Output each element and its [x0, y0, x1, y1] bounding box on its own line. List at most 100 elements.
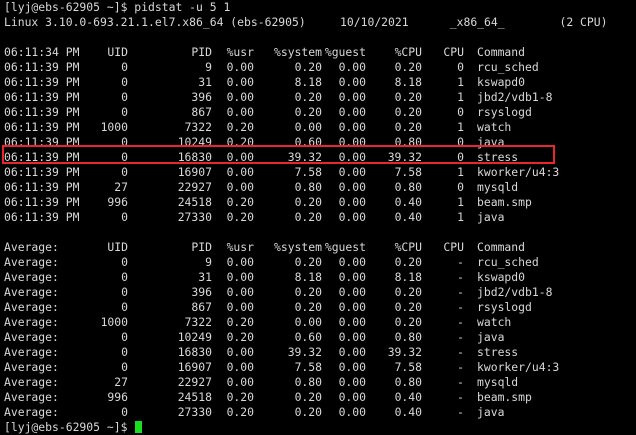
- cell-command: kswapd0: [477, 75, 526, 89]
- cell-uid: 27: [114, 180, 128, 194]
- cell-time: Average:: [4, 300, 59, 314]
- system-info-line: Linux 3.10.0-693.21.1.el7.x86_64 (ebs-62…: [4, 15, 608, 29]
- cell-pid: 7322: [184, 315, 212, 329]
- sample-row: 06:11:39 PM 27 22927 0.00 0.80 0.00 0.80 0 mysql…: [4, 180, 636, 195]
- cell-cpu: 7.58: [394, 165, 422, 179]
- header-pid: PID: [191, 240, 212, 254]
- average-row: Average: 0 16907 0.00 7.58 0.00 7.58 - kworker/u…: [4, 360, 636, 375]
- cell-cpu: 39.32: [387, 150, 422, 164]
- cell-cpu-num: 1: [457, 75, 464, 89]
- cell-cpu: 0.20: [394, 285, 422, 299]
- cell-system: 0.20: [294, 300, 322, 314]
- cell-command: java: [477, 330, 505, 344]
- cell-usr: 0.00: [226, 345, 254, 359]
- cell-usr: 0.00: [226, 300, 254, 314]
- cell-cpu: 0.80: [394, 180, 422, 194]
- cell-cpu: 0.20: [394, 315, 422, 329]
- cell-usr: 0.00: [226, 60, 254, 74]
- cell-pid: 867: [191, 300, 212, 314]
- cell-uid: 0: [121, 135, 128, 149]
- cell-usr: 0.00: [226, 285, 254, 299]
- cell-cpu: 8.18: [394, 75, 422, 89]
- cell-pid: 396: [191, 90, 212, 104]
- cell-guest: 0.00: [338, 390, 366, 404]
- average-row: Average: 1000 7322 0.20 0.00 0.00 0.20 - watch: [4, 315, 636, 330]
- header-uid: UID: [107, 240, 128, 254]
- cell-time: 06:11:39 PM: [4, 75, 80, 89]
- average-row: Average: 27 22927 0.00 0.80 0.00 0.80 - mysqld: [4, 375, 636, 390]
- cell-command: mysqld: [477, 375, 519, 389]
- cell-uid: 1000: [100, 315, 128, 329]
- cell-time: 06:11:39 PM: [4, 165, 80, 179]
- sample-row: 06:11:39 PM 1000 7322 0.20 0.00 0.00 0.20 1 watc…: [4, 120, 636, 135]
- command-prompt-line: [lyj@ebs-62905 ~]$ pidstat -u 5 1: [4, 0, 231, 14]
- terminal-window[interactable]: [lyj@ebs-62905 ~]$ pidstat -u 5 1 Linux …: [0, 0, 636, 434]
- cell-system: 7.58: [294, 165, 322, 179]
- cell-pid: 27330: [177, 405, 212, 419]
- cell-system: 0.20: [294, 195, 322, 209]
- cell-command: stress: [477, 345, 519, 359]
- sample-row: 06:11:39 PM 0 396 0.00 0.20 0.00 0.20 1 jbd2/vdb…: [4, 90, 636, 105]
- cell-cpu-num: -: [457, 390, 464, 404]
- cell-time: Average:: [4, 270, 59, 284]
- cell-guest: 0.00: [338, 300, 366, 314]
- average-rows: Average: 0 9 0.00 0.20 0.00 0.20- rcu_sched Aver…: [4, 255, 636, 420]
- sample-row: 06:11:39 PM 996 24518 0.20 0.20 0.00 0.40 1 beam…: [4, 195, 636, 210]
- cell-command: mysqld: [477, 180, 519, 194]
- header-usr: %usr: [226, 45, 254, 59]
- cell-uid: 0: [121, 405, 128, 419]
- cell-cpu-num: 0: [457, 60, 464, 74]
- cell-usr: 0.00: [226, 375, 254, 389]
- cell-pid: 22927: [177, 180, 212, 194]
- cell-time: 06:11:39 PM: [4, 150, 80, 164]
- sample-row: 06:11:39 PM 0 10249 0.20 0.60 0.00 0.80 0 java: [4, 135, 636, 150]
- sample-row: 06:11:39 PM 0 16907 0.00 7.58 0.00 7.58 1 kworke…: [4, 165, 636, 180]
- cell-time: Average:: [4, 375, 59, 389]
- cell-uid: 0: [121, 210, 128, 224]
- sample-row: 06:11:39 PM 0 9 0.00 0.20 0.00 0.20 0 rcu_sched: [4, 60, 636, 75]
- cell-cpu: 8.18: [394, 270, 422, 284]
- cell-usr: 0.20: [226, 330, 254, 344]
- average-header-row: Average: UID PID %usr %system %guest %CP…: [4, 240, 636, 255]
- cell-system: 0.20: [294, 405, 322, 419]
- cell-cpu: 0.40: [394, 405, 422, 419]
- cell-guest: 0.00: [338, 270, 366, 284]
- average-row: Average: 0 16830 0.00 39.32 0.00 39.32 - stress: [4, 345, 636, 360]
- header-time: 06:11:34 PM: [4, 45, 80, 59]
- cell-uid: 0: [121, 270, 128, 284]
- header-cpu-number: CPU: [443, 45, 464, 59]
- cell-cpu-num: 0: [457, 135, 464, 149]
- average-row: Average: 0 27330 0.20 0.20 0.00 0.40 - java: [4, 405, 636, 420]
- cell-system: 0.20: [294, 390, 322, 404]
- cell-command: watch: [477, 120, 512, 134]
- sample-header-row: 06:11:34 PM UID PID %usr %system %guest …: [4, 45, 636, 60]
- header-system: %system: [273, 45, 322, 59]
- cell-time: Average:: [4, 390, 59, 404]
- cell-cpu-num: -: [457, 405, 464, 419]
- cell-uid: 0: [121, 150, 128, 164]
- header-command: Command: [477, 240, 526, 254]
- cell-command: kworker/u4:3: [477, 165, 560, 179]
- cell-system: 0.20: [294, 285, 322, 299]
- header-guest: %guest: [324, 240, 366, 254]
- cell-system: 0.80: [294, 375, 322, 389]
- final-prompt-line[interactable]: [lyj@ebs-62905 ~]$: [4, 420, 636, 435]
- cell-usr: 0.00: [226, 75, 254, 89]
- cell-guest: 0.00: [338, 60, 366, 74]
- cell-guest: 0.00: [338, 135, 366, 149]
- cell-uid: 0: [121, 330, 128, 344]
- cell-cpu-num: -: [457, 270, 464, 284]
- cell-pid: 9: [205, 60, 212, 74]
- cell-pid: 10249: [177, 135, 212, 149]
- cell-pid: 867: [191, 105, 212, 119]
- average-row: Average: 0 10249 0.20 0.60 0.00 0.80 - java: [4, 330, 636, 345]
- cell-pid: 24518: [177, 195, 212, 209]
- cell-uid: 0: [121, 105, 128, 119]
- cell-pid: 7322: [184, 120, 212, 134]
- cell-cpu-num: 1: [457, 165, 464, 179]
- average-row: Average: 0 9 0.00 0.20 0.00 0.20 - rcu_sched: [4, 255, 636, 270]
- cell-time: Average:: [4, 345, 59, 359]
- cell-command: java: [477, 405, 505, 419]
- cell-pid: 9: [205, 255, 212, 269]
- sample-row: 06:11:39 PM 0 867 0.00 0.20 0.00 0.20 0 rsyslogd: [4, 105, 636, 120]
